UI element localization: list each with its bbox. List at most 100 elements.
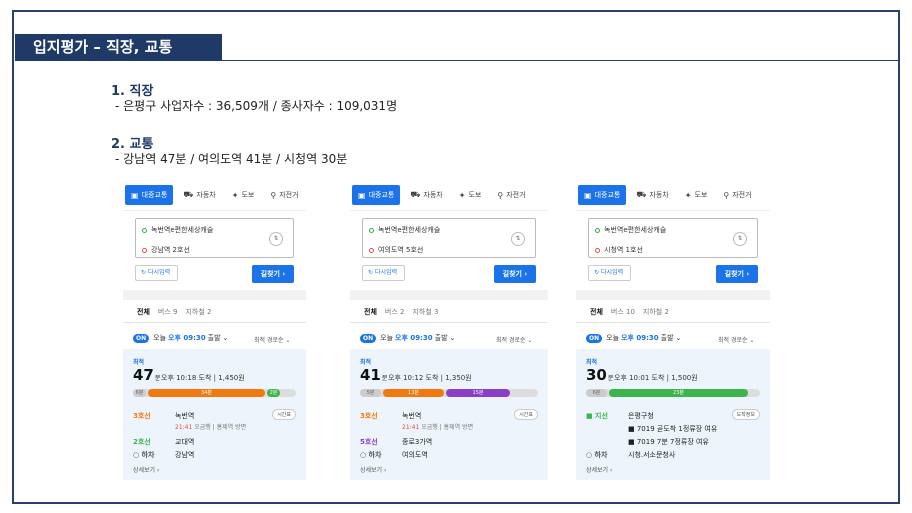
timetable-button[interactable]: 도착정보 xyxy=(731,409,760,420)
departure-selector[interactable]: ON 오늘 오후 09:30 출발 ⌄ xyxy=(133,333,228,343)
route-bar: 6분 23분 xyxy=(586,389,760,397)
origin-field[interactable]: 녹번역e편한세상캐슬 xyxy=(595,225,666,235)
tab-bike[interactable]: ⚲ 자전거 xyxy=(717,185,757,205)
tab-subway[interactable]: 지하철 2 xyxy=(185,307,211,317)
tab-all[interactable]: 전체 xyxy=(364,307,377,317)
tab-transit[interactable]: ▣ 대중교통 xyxy=(352,185,401,205)
swap-icon[interactable]: ⇅ xyxy=(269,232,283,246)
departure-selector[interactable]: ON 오늘 오후 09:30 출발 ⌄ xyxy=(586,333,681,343)
divider xyxy=(576,322,770,323)
tab-subway[interactable]: 지하철 3 xyxy=(412,307,438,317)
route-step: ■ 7019 7분 7정류장 여유 xyxy=(586,437,760,449)
route-segment: 6분 xyxy=(133,389,146,397)
train-info: 21:41 오금행 | 홍제역 방면 xyxy=(175,424,247,431)
on-badge: ON xyxy=(133,333,150,343)
divider xyxy=(350,290,548,300)
line-label: ○ 하차 xyxy=(133,451,155,459)
tab-car[interactable]: ⛟ 자동차 xyxy=(404,185,448,205)
total-time: 41분 xyxy=(360,366,388,384)
tab-bus[interactable]: 버스 10 xyxy=(611,307,635,317)
divider xyxy=(576,210,770,211)
swap-icon[interactable]: ⇅ xyxy=(733,232,747,246)
route-card: ▣ 대중교통 ⛟ 자동차 ✦ 도보 ⚲ 자전거 녹번역e편한세상캐슬 여의도역 5호선 … xyxy=(350,182,548,480)
optimal-label: 최적 xyxy=(133,359,145,366)
bus-icon: ▣ xyxy=(131,190,139,200)
route-segment: 2분 xyxy=(267,389,280,397)
route-segment: 15분 xyxy=(446,389,510,397)
search-route-button[interactable]: 길찾기 › xyxy=(716,265,758,283)
search-route-button[interactable]: 길찾기 › xyxy=(494,265,536,283)
arrival-info: 오후 10:12 도착 | 1,350원 xyxy=(388,374,472,382)
route-step: 3호선 녹번역 21:41 오금행 | 홍제역 방면 시간표 xyxy=(360,409,538,433)
route-segment: 13분 xyxy=(383,389,444,397)
tab-transit[interactable]: ▣ 대중교통 xyxy=(578,185,627,205)
divider xyxy=(123,210,306,211)
station-name: 녹번역 xyxy=(175,412,195,420)
total-time: 47분 xyxy=(133,366,161,384)
departure-selector[interactable]: ON 오늘 오후 09:30 출발 ⌄ xyxy=(360,333,455,343)
reset-button[interactable]: ↻ 다시입력 xyxy=(588,265,632,281)
route-step: 2호선 교대역 xyxy=(133,437,296,449)
line-label: ○ 하차 xyxy=(586,451,608,459)
sort-dropdown[interactable]: 최적 경로순 ⌄ xyxy=(496,335,532,344)
timetable-button[interactable]: 시간표 xyxy=(272,409,296,420)
route-input-box[interactable]: 녹번역e편한세상캐슬 강남역 2호선 ⇅ xyxy=(135,218,294,258)
route-step: ○ 하차 여의도역 xyxy=(360,450,538,462)
route-card: ▣ 대중교통 ⛟ 자동차 ✦ 도보 ⚲ 자전거 녹번역e편한세상캐슬 시청역 1호선 ⇅… xyxy=(576,182,770,480)
route-bar: 5분 13분 15분 xyxy=(360,389,538,397)
route-input-box[interactable]: 녹번역e편한세상캐슬 여의도역 5호선 ⇅ xyxy=(362,218,536,258)
destination-field[interactable]: 여의도역 5호선 xyxy=(369,245,423,255)
details-link[interactable]: 상세보기 › xyxy=(360,465,386,474)
result-tabs: 전체 버스 2 지하철 3 xyxy=(364,307,446,317)
route-step: ■ 지선 은평구청 도착정보 xyxy=(586,409,760,423)
origin-field[interactable]: 녹번역e편한세상캐슬 xyxy=(142,225,213,235)
tab-bike[interactable]: ⚲ 자전거 xyxy=(264,185,304,205)
destination-dot-icon xyxy=(142,247,147,253)
station-name: 은평구청 xyxy=(628,412,654,420)
bicycle-icon: ⚲ xyxy=(497,190,504,200)
tab-bus[interactable]: 버스 2 xyxy=(385,307,405,317)
tab-bus[interactable]: 버스 9 xyxy=(158,307,178,317)
slide-title: 입지평가 – 직장, 교통 xyxy=(15,34,222,61)
details-link[interactable]: 상세보기 › xyxy=(586,465,612,474)
search-route-button[interactable]: 길찾기 › xyxy=(252,265,294,283)
section-text-transport: - 강남역 47분 / 여의도역 41분 / 시청역 30분 xyxy=(115,152,348,166)
car-icon: ⛟ xyxy=(183,190,194,199)
sort-dropdown[interactable]: 최적 경로순 ⌄ xyxy=(718,335,754,344)
details-link[interactable]: 상세보기 › xyxy=(133,465,159,474)
destination-field[interactable]: 강남역 2호선 xyxy=(142,245,190,255)
mode-tabs: ▣ 대중교통 ⛟ 자동차 ✦ 도보 ⚲ 자전거 xyxy=(352,184,536,206)
line-label: 2호선 xyxy=(133,438,151,446)
station-name: 교대역 xyxy=(175,438,195,446)
result-panel[interactable]: 최적 47분 오후 10:18 도착 | 1,450원 6분 34분 2분 3호선 … xyxy=(123,349,306,480)
tab-transit[interactable]: ▣ 대중교통 xyxy=(125,185,174,205)
chevron-down-icon: ⌄ xyxy=(222,334,229,342)
tab-walk[interactable]: ✦ 도보 xyxy=(226,185,261,205)
refresh-icon: ↻ xyxy=(594,269,600,276)
result-panel[interactable]: 최적 30분 오후 10:01 도착 | 1,500원 6분 23분 ■ 지선 은… xyxy=(576,349,770,480)
swap-icon[interactable]: ⇅ xyxy=(511,232,525,246)
refresh-icon: ↻ xyxy=(141,269,147,276)
line-label: ■ 지선 xyxy=(586,412,608,420)
tab-subway[interactable]: 지하철 2 xyxy=(643,307,669,317)
station-name: 여의도역 xyxy=(402,451,428,459)
tab-all[interactable]: 전체 xyxy=(590,307,603,317)
tab-car[interactable]: ⛟ 자동차 xyxy=(630,185,674,205)
route-input-box[interactable]: 녹번역e편한세상캐슬 시청역 1호선 ⇅ xyxy=(588,218,758,258)
tab-bike[interactable]: ⚲ 자전거 xyxy=(491,185,531,205)
walk-icon: ✦ xyxy=(231,190,239,200)
result-panel[interactable]: 최적 41분 오후 10:12 도착 | 1,350원 5분 13분 15분 3호선… xyxy=(350,349,548,480)
origin-field[interactable]: 녹번역e편한세상캐슬 xyxy=(369,225,440,235)
destination-field[interactable]: 시청역 1호선 xyxy=(595,245,643,255)
tab-walk[interactable]: ✦ 도보 xyxy=(679,185,714,205)
timetable-button[interactable]: 시간표 xyxy=(514,409,538,420)
chevron-down-icon: ⌄ xyxy=(675,334,682,342)
tab-car[interactable]: ⛟ 자동차 xyxy=(177,185,221,205)
tab-all[interactable]: 전체 xyxy=(137,307,150,317)
tab-walk[interactable]: ✦ 도보 xyxy=(453,185,488,205)
route-step: ○ 하차 시청.서소문청사 xyxy=(586,450,760,462)
divider xyxy=(350,210,548,211)
reset-button[interactable]: ↻ 다시입력 xyxy=(135,265,179,281)
sort-dropdown[interactable]: 최적 경로순 ⌄ xyxy=(254,335,290,344)
reset-button[interactable]: ↻ 다시입력 xyxy=(362,265,406,281)
